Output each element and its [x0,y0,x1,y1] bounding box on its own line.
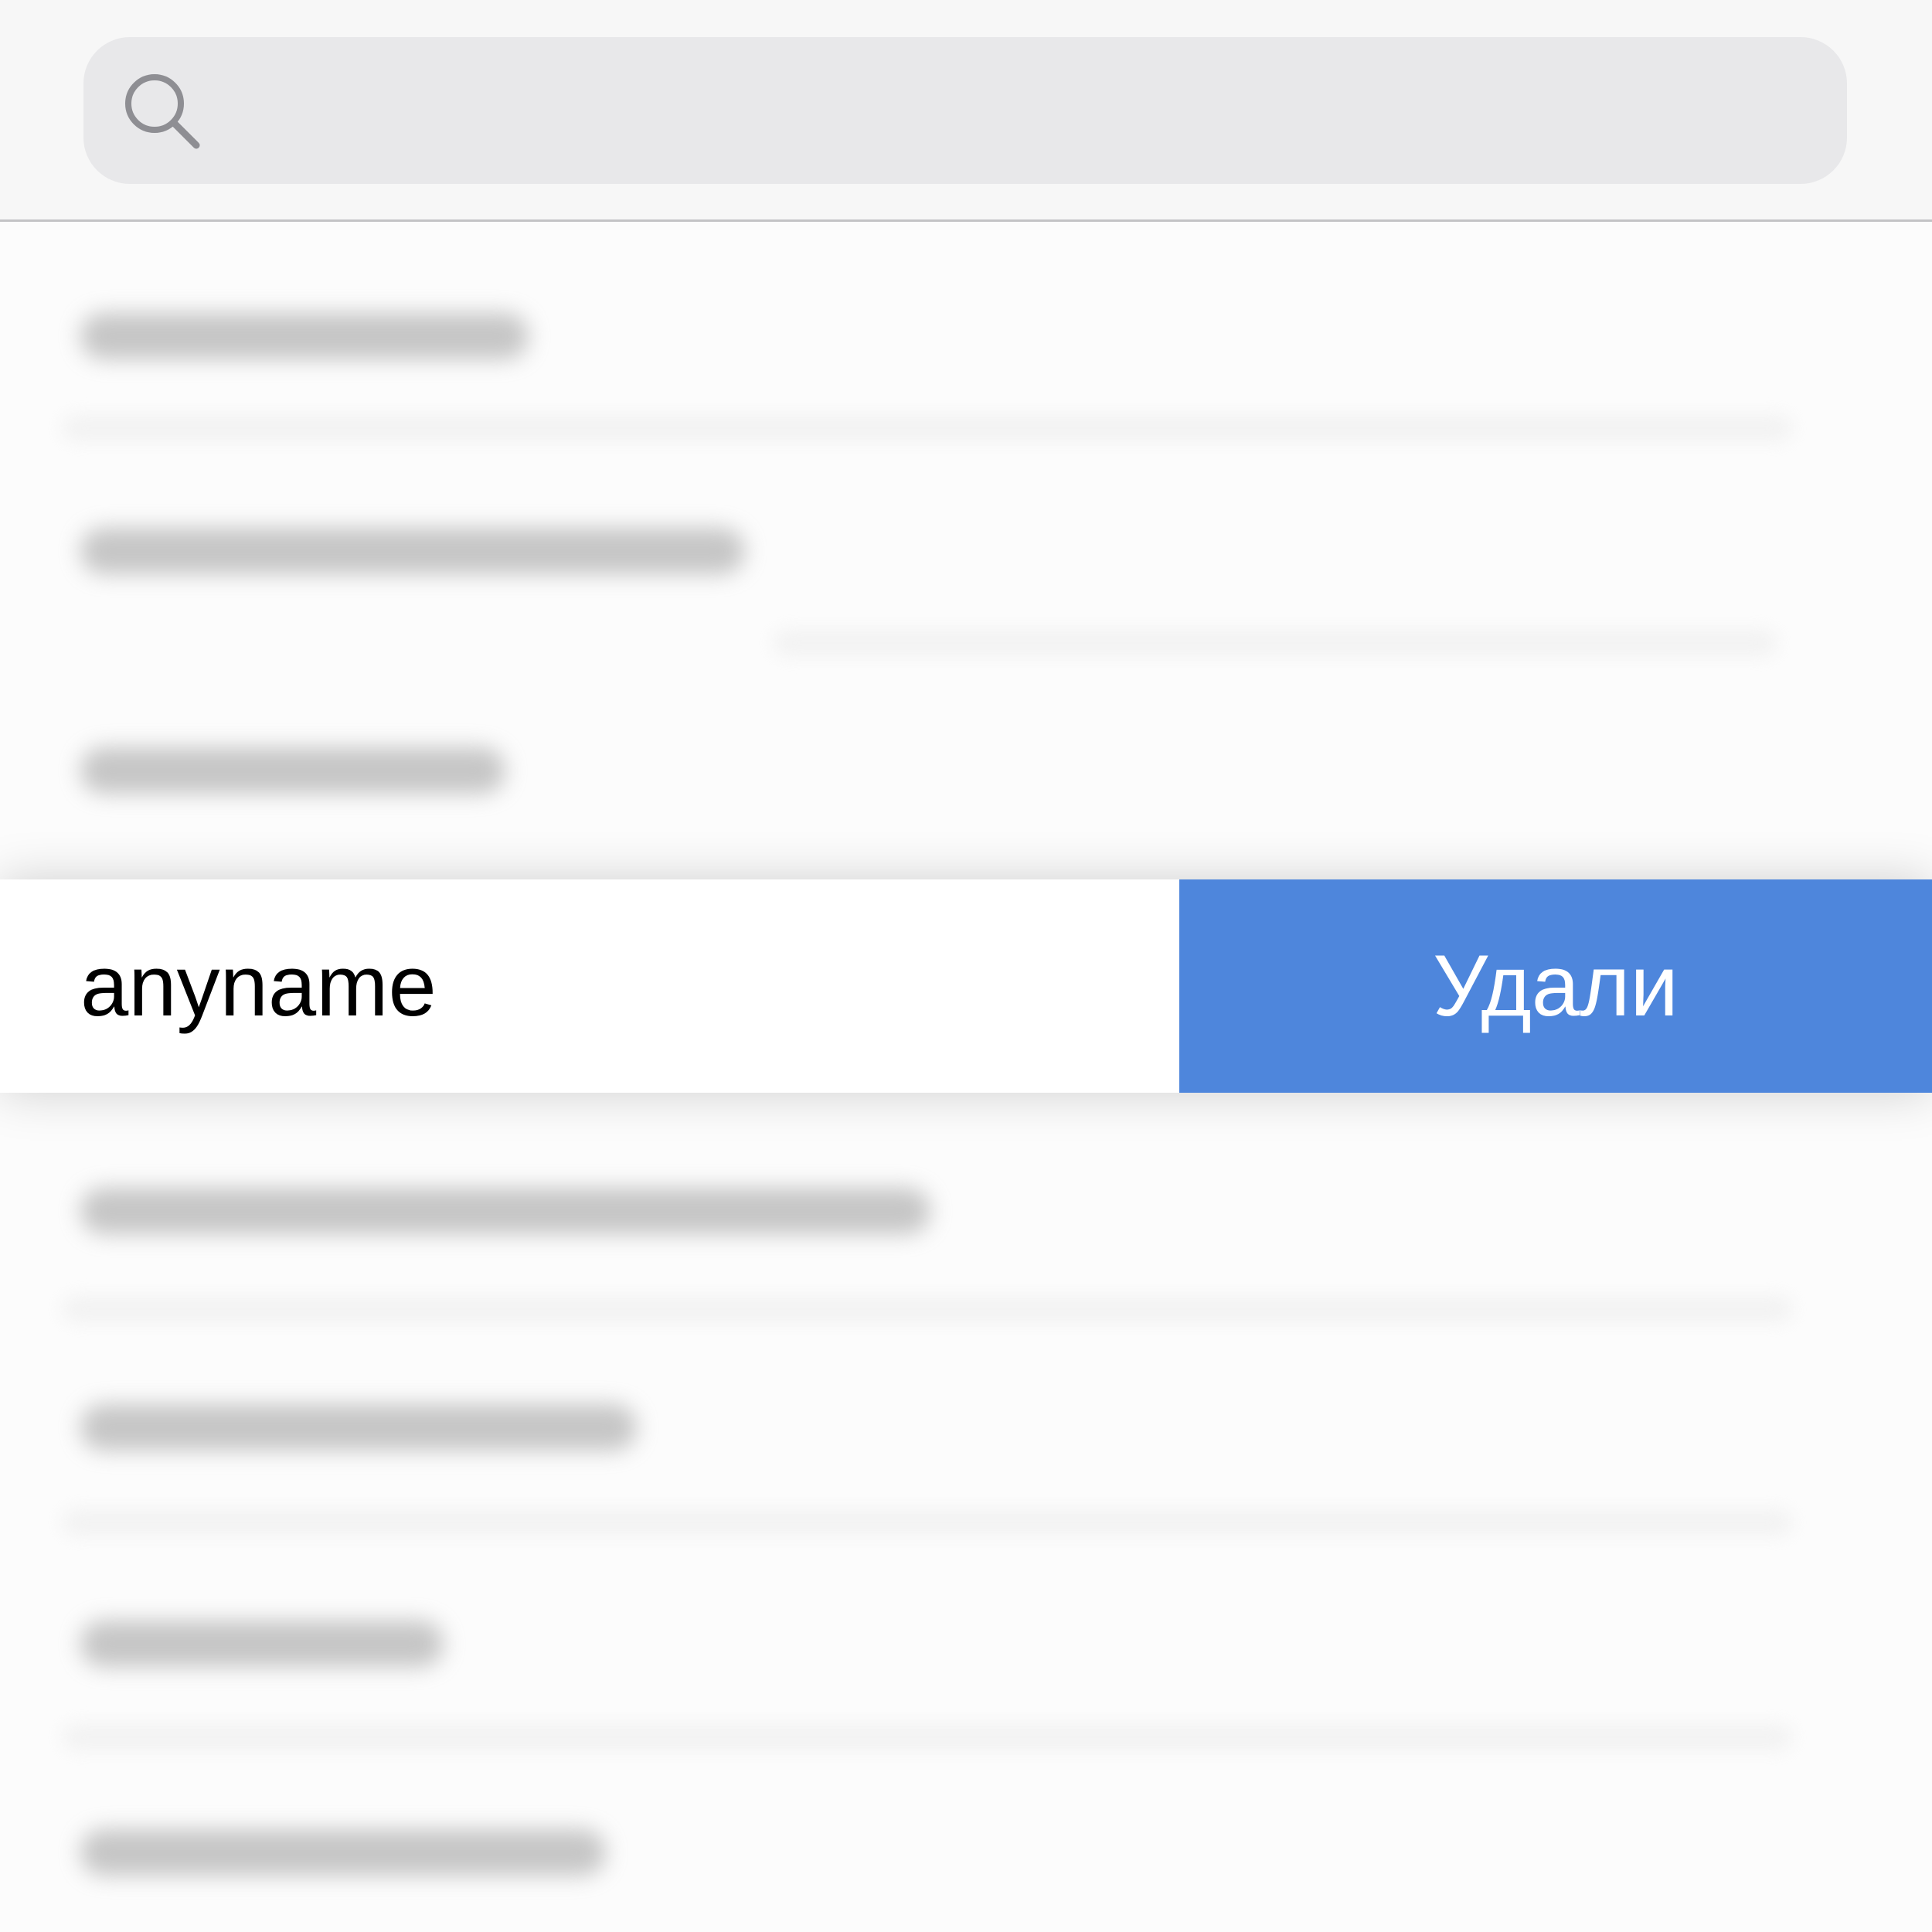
list-item-label [80,313,529,359]
list-item[interactable] [0,1373,1932,1481]
list-item[interactable] [0,1157,1932,1265]
list-item[interactable] [0,1798,1932,1906]
list-item[interactable] [0,282,1932,390]
row-separator [62,1296,1793,1322]
row-separator [62,1724,1793,1750]
list-item-label [80,747,505,794]
list-item-label [80,1188,930,1234]
search-bar [0,0,1932,222]
list-item-label: anyname [80,937,437,1034]
list-item-label [80,1404,637,1451]
list-item-label [80,528,745,574]
row-separator [62,415,1793,441]
list-item[interactable] [0,497,1932,605]
search-icon [125,74,200,149]
list-item-label [80,1621,444,1667]
search-field[interactable] [83,37,1847,184]
swiped-list-item[interactable]: anyname Удали [0,879,1932,1093]
row-separator [773,630,1777,656]
list-item-label [80,1829,606,1876]
delete-button[interactable]: Удали [1179,879,1932,1093]
list-item[interactable] [0,716,1932,825]
row-separator [62,1509,1793,1536]
list-item[interactable] [0,1590,1932,1698]
